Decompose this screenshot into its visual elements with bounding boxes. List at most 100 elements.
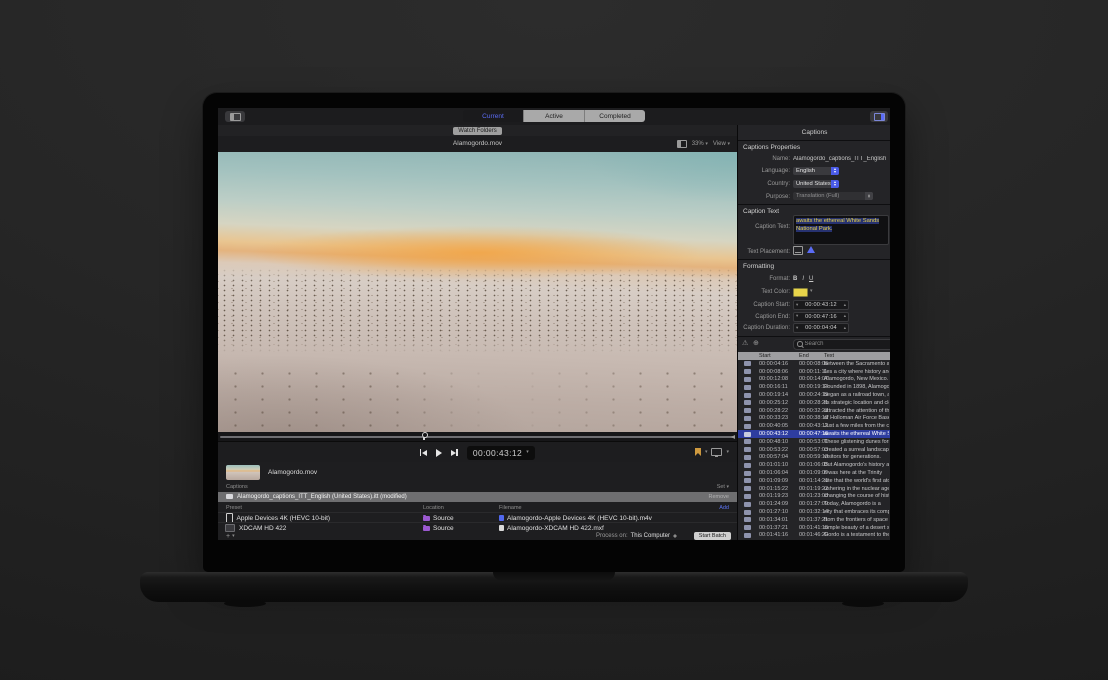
- caption-row[interactable]: 00:01:09:0900:01:14:21site that the worl…: [738, 477, 890, 485]
- placement-triangle-icon[interactable]: [807, 246, 815, 253]
- display-icon[interactable]: [711, 448, 722, 456]
- caption-start: 00:01:27:10: [759, 509, 788, 515]
- caption-row[interactable]: 00:00:40:0500:00:43:12Just a few miles f…: [738, 422, 890, 430]
- macbook-lid-notch: [493, 572, 615, 581]
- caption-start: 00:00:43:12: [759, 431, 788, 437]
- view-menu[interactable]: View ▾: [713, 141, 730, 147]
- bold-button[interactable]: B: [793, 276, 797, 282]
- caption-row[interactable]: 00:00:57:0400:00:59:10visitors for gener…: [738, 454, 890, 462]
- marker-menu-caret[interactable]: ▾: [705, 450, 708, 455]
- compare-icon[interactable]: [677, 140, 687, 148]
- header-start[interactable]: Start: [759, 353, 771, 359]
- caption-chip-icon: [744, 494, 751, 499]
- caption-start: 00:00:53:22: [759, 447, 788, 453]
- caption-chip-icon: [744, 361, 751, 366]
- preset-location: Source: [433, 515, 454, 522]
- search-icon: [797, 341, 803, 347]
- caption-text: Alamogordo, New Mexico.: [824, 376, 889, 382]
- caption-end-field[interactable]: ▾00:00:47:16▴: [793, 312, 849, 322]
- caption-chip-icon: [744, 510, 751, 515]
- set-menu[interactable]: Set ▾: [717, 484, 729, 490]
- preview-pane-toggle-button[interactable]: [225, 111, 245, 122]
- caption-row[interactable]: 00:01:41:1600:01:46:20Gordo is a testame…: [738, 532, 890, 540]
- display-menu-caret[interactable]: ▾: [726, 450, 729, 455]
- text-color-swatch[interactable]: [793, 288, 808, 297]
- caption-row[interactable]: 00:01:06:0400:01:09:09it was here at the…: [738, 469, 890, 477]
- previous-frame-button[interactable]: [420, 449, 427, 456]
- tab-current[interactable]: Current: [463, 110, 523, 122]
- add-output-button[interactable]: +▾: [226, 533, 235, 540]
- foreground-shrubs: [218, 365, 737, 432]
- caption-row[interactable]: 00:00:19:1400:00:24:19began as a railroa…: [738, 391, 890, 399]
- add-preset-link[interactable]: Add: [719, 505, 729, 511]
- caption-row[interactable]: 00:01:01:1000:01:06:03But Alamogordo's h…: [738, 461, 890, 469]
- language-popup[interactable]: English: [793, 167, 839, 175]
- caption-start: 00:01:34:01: [759, 517, 788, 523]
- scrubber-track[interactable]: [220, 436, 734, 438]
- caption-chip-icon: [744, 400, 751, 405]
- caption-row[interactable]: 00:00:12:0800:00:14:07Alamogordo, New Me…: [738, 376, 890, 384]
- add-caption-icon[interactable]: ⊕: [753, 339, 759, 347]
- warning-icon[interactable]: ⚠: [742, 339, 748, 347]
- tab-completed[interactable]: Completed: [584, 110, 645, 122]
- header-text[interactable]: Text: [824, 353, 834, 359]
- preset-location: Source: [433, 525, 454, 532]
- video-frame[interactable]: [218, 152, 737, 432]
- caption-start-field[interactable]: ▾00:00:43:12▴: [793, 300, 849, 310]
- toolbar: Current Active Completed: [218, 108, 890, 126]
- tab-active[interactable]: Active: [523, 110, 584, 122]
- caption-row[interactable]: 00:00:28:2200:00:32:23attracted the atte…: [738, 407, 890, 415]
- caption-text-field[interactable]: awaits the ethereal White Sands National…: [793, 215, 889, 245]
- start-batch-button[interactable]: Start Batch: [694, 532, 731, 540]
- caption-row[interactable]: 00:00:48:1000:00:53:01These glistening d…: [738, 438, 890, 446]
- caption-row[interactable]: 00:00:43:1200:00:47:16awaits the etherea…: [738, 430, 890, 438]
- marker-icon[interactable]: [695, 448, 701, 456]
- inspector-icon: [874, 113, 885, 121]
- caption-start: 00:00:16:11: [759, 384, 788, 390]
- caption-row[interactable]: 00:01:27:1000:01:32:14city that embraces…: [738, 508, 890, 516]
- caption-row[interactable]: 00:00:16:1100:00:19:13Founded in 1898, A…: [738, 383, 890, 391]
- search-input[interactable]: [805, 341, 875, 347]
- batch-bottom-bar: +▾ Process on: This Computer Start Batch: [218, 532, 737, 540]
- timecode-display[interactable]: 00:00:43:12▾: [467, 446, 535, 460]
- timeline-scrubber[interactable]: [218, 432, 737, 441]
- caption-row[interactable]: 00:01:24:0900:01:27:09Today, Alamogordo …: [738, 500, 890, 508]
- process-on-stepper[interactable]: [673, 534, 677, 539]
- country-label: Country:: [738, 181, 790, 187]
- caption-row[interactable]: 00:01:19:2300:01:23:08changing the cours…: [738, 493, 890, 501]
- caption-text: visitors for generations.: [824, 454, 889, 460]
- caption-duration-field[interactable]: ▾00:00:04:04▴: [793, 323, 849, 333]
- caption-row[interactable]: 00:00:33:2300:00:38:10of Holloman Air Fo…: [738, 415, 890, 423]
- playhead-knob[interactable]: [422, 432, 428, 438]
- tab-watch-folders[interactable]: Watch Folders: [453, 127, 501, 135]
- header-end[interactable]: End: [799, 353, 809, 359]
- caption-row[interactable]: 00:01:15:2200:01:19:22ushering in the nu…: [738, 485, 890, 493]
- text-color-caret[interactable]: ▾: [810, 289, 813, 294]
- caption-file-row[interactable]: Alamogordo_captions_ITT_English (United …: [218, 492, 737, 502]
- folder-icon: [423, 516, 430, 521]
- next-frame-button[interactable]: [451, 449, 458, 456]
- caption-file-name: Alamogordo_captions_ITT_English (United …: [237, 494, 407, 500]
- country-popup[interactable]: United States: [793, 180, 839, 188]
- purpose-popup[interactable]: Translation (Full): [793, 192, 873, 200]
- caption-row[interactable]: 00:01:34:0100:01:37:21from the frontiers…: [738, 516, 890, 524]
- italic-button[interactable]: I: [802, 276, 804, 282]
- search-field[interactable]: [793, 339, 890, 350]
- caption-text: between the Sacramento an...: [824, 361, 889, 367]
- caption-row[interactable]: 00:00:08:0600:00:11:11lies a city where …: [738, 368, 890, 376]
- zoom-level-menu[interactable]: 33% ▾: [692, 141, 708, 147]
- caption-row[interactable]: 00:00:04:1600:00:08:06between the Sacram…: [738, 360, 890, 368]
- inspector-toggle-button[interactable]: [870, 111, 888, 122]
- play-button[interactable]: [436, 449, 442, 457]
- caption-row[interactable]: 00:01:37:2100:01:41:15simple beauty of a…: [738, 524, 890, 532]
- preset-filename: Alamogordo-XDCAM HD 422.mxf: [507, 525, 604, 532]
- caption-start: 00:01:09:09: [759, 478, 788, 484]
- source-thumbnail[interactable]: [226, 465, 260, 480]
- caption-row[interactable]: 00:00:53:2200:00:57:03created a surreal …: [738, 446, 890, 454]
- underline-button[interactable]: U: [809, 276, 813, 282]
- xdcam-icon: [225, 524, 235, 532]
- remove-caption-button[interactable]: Remove: [709, 494, 729, 500]
- purpose-label: Purpose:: [738, 194, 790, 200]
- caption-row[interactable]: 00:00:25:1200:00:28:21its strategic loca…: [738, 399, 890, 407]
- placement-box-icon[interactable]: [793, 246, 803, 255]
